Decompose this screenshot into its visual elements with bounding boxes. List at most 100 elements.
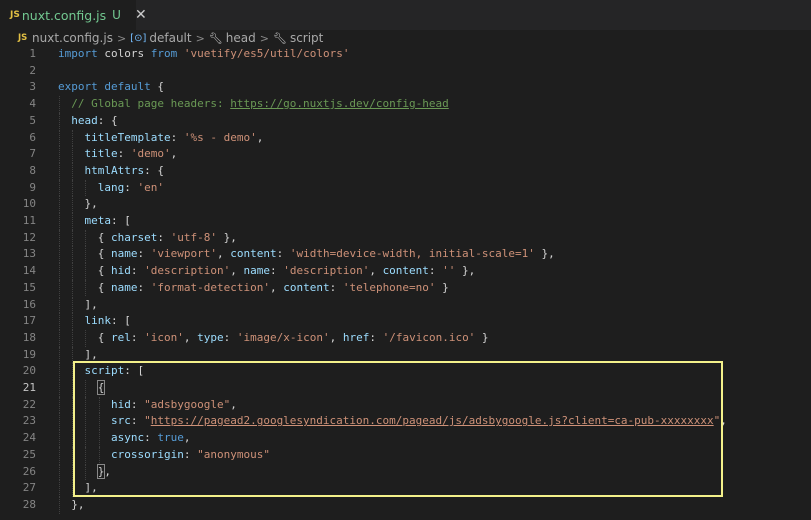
line-number: 14 — [22, 264, 36, 278]
code-line[interactable]: 21 { — [0, 380, 811, 397]
code-line[interactable]: 11 meta: [ — [0, 213, 811, 230]
chevron-right-icon: > — [195, 31, 205, 45]
code-text: }, — [96, 463, 111, 479]
breadcrumb: JS nuxt.config.js > [⊙] default > 🔧︎ hea… — [0, 30, 811, 46]
code-line[interactable]: 3 export default { — [0, 79, 811, 96]
line-number: 19 — [22, 347, 36, 361]
code-line[interactable]: 27 ], — [0, 480, 811, 497]
code-text: { name: 'viewport', content: 'width=devi… — [97, 247, 555, 261]
chevron-right-icon: > — [259, 31, 269, 45]
code-line[interactable]: 5 head: { — [0, 112, 811, 130]
code-line[interactable]: 4 // Global page headers: https://go.nux… — [0, 96, 811, 113]
code-line[interactable]: 25 crossorigin: "anonymous" — [0, 446, 811, 464]
code-line[interactable]: 19 ], — [0, 346, 811, 364]
code-line[interactable]: 23 src: "https://pagead2.googlesyndicati… — [0, 413, 811, 431]
line-number: 28 — [22, 497, 36, 511]
code-line[interactable]: 9 lang: 'en' — [0, 179, 811, 197]
chevron-right-icon: > — [116, 31, 127, 45]
code-text: { name: 'format-detection', content: 'te… — [97, 280, 449, 294]
code-line[interactable]: 7 title: 'demo', — [0, 146, 811, 163]
line-number: 16 — [22, 297, 36, 311]
code-line[interactable]: 24 async: true, — [0, 430, 811, 447]
line-number: 10 — [22, 197, 36, 211]
line-number: 15 — [22, 280, 36, 294]
code-text: { rel: 'icon', type: 'image/x-icon', hre… — [97, 330, 489, 344]
code-text: ], — [84, 481, 98, 495]
tab-bar: JS nuxt.config.js U ✕ — [0, 0, 811, 30]
line-number: 24 — [22, 431, 36, 445]
close-icon[interactable]: ✕ — [135, 7, 147, 23]
code-line[interactable]: 2 — [0, 63, 811, 80]
line-number: 17 — [22, 314, 36, 328]
breadcrumb-item-file[interactable]: nuxt.config.js — [32, 31, 113, 45]
breadcrumb-item-head[interactable]: head — [226, 31, 256, 45]
tab-nuxt-config[interactable]: JS nuxt.config.js U ✕ — [0, 0, 147, 30]
code-line[interactable]: 6 titleTemplate: '%s - demo', — [0, 129, 811, 147]
line-number: 13 — [22, 247, 36, 261]
code-line[interactable]: 8 htmlAttrs: { — [0, 162, 811, 180]
tab-filename: nuxt.config.js — [21, 7, 107, 23]
line-number: 26 — [22, 464, 36, 478]
line-number: 27 — [22, 481, 36, 495]
untracked-status-badge: U — [112, 8, 121, 22]
code-text: import colors from 'vuetify/es5/util/col… — [58, 47, 350, 60]
code-text: titleTemplate: '%s - demo', — [84, 130, 264, 144]
code-line[interactable]: 1 import colors from 'vuetify/es5/util/co… — [0, 46, 811, 63]
code-text: export default { — [58, 80, 164, 94]
line-number: 1 — [29, 47, 36, 60]
code-text: hid: "adsbygoogle", — [110, 397, 237, 411]
code-line[interactable]: 13 { name: 'viewport', content: 'width=d… — [0, 246, 811, 264]
line-number: 6 — [29, 130, 36, 144]
code-line[interactable]: 22 hid: "adsbygoogle", — [0, 396, 811, 414]
line-number: 7 — [29, 147, 36, 161]
line-number: 8 — [29, 163, 36, 177]
javascript-file-icon: JS — [10, 10, 20, 20]
code-text: async: true, — [110, 431, 191, 445]
code-text: { — [96, 380, 106, 395]
line-number: 5 — [29, 113, 36, 127]
code-text: { charset: 'utf-8' }, — [97, 230, 237, 244]
code-text: { hid: 'description', name: 'description… — [97, 264, 476, 278]
code-line[interactable]: 10 }, — [0, 196, 811, 213]
code-text: link: [ — [84, 314, 131, 328]
module-icon: [⊙] — [130, 32, 147, 44]
line-number: 12 — [22, 230, 36, 244]
code-text: lang: 'en' — [97, 180, 164, 194]
code-line[interactable]: 26 }, — [0, 463, 811, 481]
code-line[interactable]: 18 { rel: 'icon', type: 'image/x-icon', … — [0, 329, 811, 347]
code-text: crossorigin: "anonymous" — [110, 447, 270, 461]
line-number: 22 — [22, 397, 36, 411]
code-text: ], — [84, 347, 98, 361]
code-text: htmlAttrs: { — [84, 163, 164, 177]
code-line[interactable]: 28 }, — [0, 496, 811, 514]
code-text: src: "https://pagead2.googlesyndication.… — [110, 414, 727, 428]
breadcrumb-item-script[interactable]: script — [290, 31, 323, 45]
code-text: }, — [71, 497, 85, 511]
line-number: 23 — [22, 414, 36, 428]
line-number: 18 — [22, 330, 36, 344]
code-text: head: { — [71, 113, 118, 127]
line-number: 21 — [22, 381, 36, 394]
line-number: 2 — [29, 63, 36, 77]
code-line[interactable]: 20 script: [ — [0, 363, 811, 380]
code-line[interactable]: 17 link: [ — [0, 313, 811, 330]
wrench-icon: 🔧︎ — [208, 31, 223, 45]
line-number: 25 — [22, 447, 36, 461]
line-number: 9 — [29, 180, 36, 194]
code-line[interactable]: 12 { charset: 'utf-8' }, — [0, 229, 811, 247]
code-line[interactable]: 15 { name: 'format-detection', content: … — [0, 279, 811, 297]
line-number: 20 — [22, 364, 36, 378]
line-number: 11 — [22, 214, 36, 227]
code-text: meta: [ — [84, 214, 131, 227]
code-text: // Global page headers: https://go.nuxtj… — [71, 97, 449, 111]
code-line[interactable]: 14 { hid: 'description', name: 'descript… — [0, 263, 811, 280]
code-text: }, — [84, 197, 98, 211]
code-text: script: [ — [84, 364, 145, 378]
wrench-icon: 🔧︎ — [272, 31, 287, 45]
breadcrumb-item-default[interactable]: default — [149, 31, 191, 45]
line-number: 3 — [29, 80, 36, 94]
code-text: ], — [84, 297, 98, 311]
code-editor[interactable]: 1 import colors from 'vuetify/es5/util/co… — [0, 46, 811, 520]
code-text: title: 'demo', — [84, 147, 178, 161]
code-line[interactable]: 16 ], — [0, 296, 811, 314]
